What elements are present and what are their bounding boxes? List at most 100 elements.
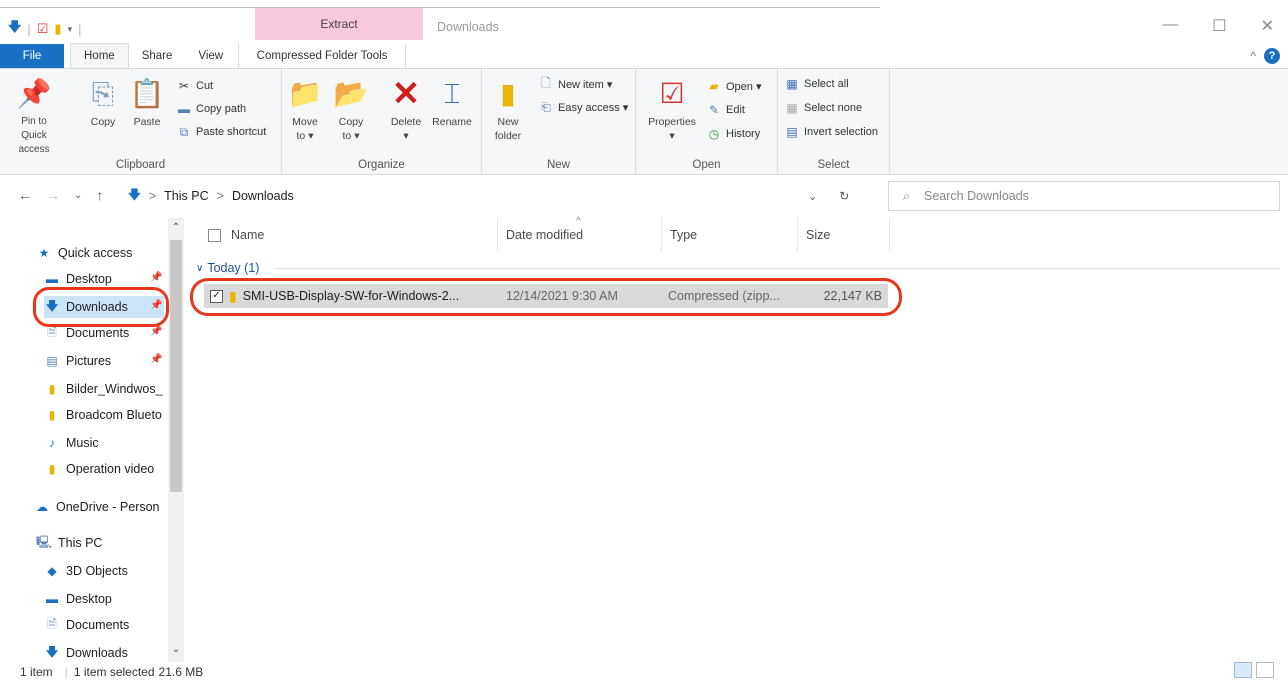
up-arrow-icon[interactable]: ↑ <box>96 187 103 203</box>
new-item-icon: 🗋 <box>541 75 551 90</box>
nav-pc-3d-objects[interactable]: ◆ 3D Objects <box>44 560 178 582</box>
select-all-checkbox[interactable] <box>208 228 221 242</box>
select-group: ▦ Select all ▦ Select none ▤ Invert sele… <box>778 69 890 175</box>
move-to-button[interactable]: 📁 Move to ▾ <box>288 77 323 143</box>
select-label: Select <box>817 159 850 171</box>
clipboard-group: 📌 Pin to Quick access ⎘ Copy 📋 Paste ✂ C… <box>0 69 282 175</box>
highlight-downloads-nav <box>33 287 169 327</box>
breadcrumb-separator: > <box>216 189 224 203</box>
search-placeholder: Search Downloads <box>924 189 1029 203</box>
cube-icon: ◆ <box>47 564 57 578</box>
paste-icon: 📋 <box>129 78 165 109</box>
close-button[interactable]: ✕ <box>1261 16 1274 36</box>
details-view-icon[interactable] <box>1234 662 1252 678</box>
search-icon: ⌕ <box>903 188 911 203</box>
nav-this-pc[interactable]: 🖳 This PC <box>36 532 170 554</box>
breadcrumb-this-pc[interactable]: This PC <box>164 189 208 203</box>
column-type[interactable]: Type <box>662 218 798 252</box>
nav-onedrive[interactable]: ☁ OneDrive - Person <box>34 496 168 518</box>
select-all-button[interactable]: ▦ Select all <box>784 77 848 91</box>
tab-home[interactable]: Home <box>70 43 129 68</box>
breadcrumb-downloads[interactable]: Downloads <box>232 189 294 203</box>
tab-view[interactable]: View <box>185 44 236 68</box>
copy-path-button[interactable]: ▬ Copy path <box>176 102 246 116</box>
pictures-icon: ▤ <box>46 354 58 368</box>
forward-arrow-icon[interactable]: → <box>46 187 60 203</box>
new-folder-icon[interactable]: ▮ <box>54 21 61 37</box>
qat-dropdown-icon[interactable]: ▾ <box>68 24 73 35</box>
easy-access-button[interactable]: ⎗ Easy access ▾ <box>538 100 628 114</box>
paste-shortcut-icon: ⧉ <box>179 124 189 139</box>
maximize-button[interactable]: ☐ <box>1212 16 1226 36</box>
new-folder-button[interactable]: ▮ New folder <box>488 77 528 143</box>
properties-button[interactable]: ☑ Properties ▾ <box>642 77 702 143</box>
tab-file[interactable]: File <box>0 44 64 68</box>
context-tab-extract[interactable]: Extract <box>255 8 423 45</box>
nav-item-music[interactable]: ♪ Music <box>44 432 178 454</box>
pin-quick-access-button[interactable]: 📌 Pin to Quick access <box>10 77 58 157</box>
ribbon-controls: ^ ? <box>1250 48 1280 64</box>
nav-item-bilder[interactable]: ▮ Bilder_Windwos_ <box>44 378 168 400</box>
open-icon: ▰ <box>709 79 719 93</box>
pin-icon: 📌 <box>150 354 163 365</box>
status-divider: | <box>64 665 68 679</box>
folder-icon: ▮ <box>48 382 56 396</box>
help-icon[interactable]: ? <box>1264 48 1280 64</box>
column-name[interactable]: Name <box>200 218 498 252</box>
chevron-down-icon: ∨ <box>196 262 204 274</box>
scroll-down-icon[interactable]: ⌄ <box>168 644 184 655</box>
star-icon: ★ <box>38 246 50 260</box>
collapse-ribbon-icon[interactable]: ^ <box>1250 49 1256 63</box>
open-group: ☑ Properties ▾ ▰ Open ▾ ✎ Edit ◷ History… <box>636 69 778 175</box>
edit-icon: ✎ <box>708 103 720 117</box>
easy-access-icon: ⎗ <box>541 99 551 114</box>
search-box[interactable]: ⌕ Search Downloads <box>888 181 1280 211</box>
paste-button[interactable]: 📋 Paste <box>129 77 165 129</box>
nav-scrollbar-thumb[interactable] <box>170 240 182 492</box>
window-title: Downloads <box>437 20 499 34</box>
rename-button[interactable]: ⌶ Rename <box>430 77 474 129</box>
column-date-modified[interactable]: ^ Date modified <box>498 216 662 252</box>
nav-pc-documents[interactable]: 🗎 Documents <box>44 614 178 636</box>
nav-quick-access[interactable]: ★ Quick access <box>36 242 170 264</box>
large-icons-view-icon[interactable] <box>1256 662 1274 678</box>
new-item-button[interactable]: 🗋 New item ▾ <box>538 75 612 91</box>
new-group: ▮ New folder 🗋 New item ▾ ⎗ Easy access … <box>482 69 636 175</box>
tab-compressed-folder-tools[interactable]: Compressed Folder Tools <box>238 44 407 68</box>
music-icon: ♪ <box>49 436 55 450</box>
tab-share[interactable]: Share <box>129 44 186 68</box>
history-button[interactable]: ◷ History <box>706 127 760 141</box>
minimize-button[interactable]: — <box>1162 16 1178 36</box>
address-bar[interactable]: 🡇 > This PC > Downloads <box>128 183 880 209</box>
navigation-bar: ← → ⌄ ↑ 🡇 > This PC > Downloads ⌄ ↻ ⌕ Se… <box>0 176 1288 216</box>
cloud-icon: ☁ <box>36 500 48 514</box>
nav-item-operation-video[interactable]: ▮ Operation video <box>44 458 168 480</box>
invert-selection-button[interactable]: ▤ Invert selection <box>784 125 878 139</box>
cut-button[interactable]: ✂ Cut <box>176 79 213 93</box>
refresh-icon[interactable]: ↻ <box>839 189 849 203</box>
invert-selection-icon: ▤ <box>786 125 798 139</box>
edit-button[interactable]: ✎ Edit <box>706 103 745 117</box>
column-size[interactable]: Size <box>798 218 890 252</box>
down-arrow-icon[interactable]: 🡇 <box>8 18 21 40</box>
copy-to-icon: 📂 <box>333 78 369 109</box>
copy-button[interactable]: ⎘ Copy <box>86 77 120 129</box>
back-arrow-icon[interactable]: ← <box>18 187 32 203</box>
status-item-count: 1 item <box>20 665 53 679</box>
copy-to-button[interactable]: 📂 Copy to ▾ <box>333 77 369 143</box>
delete-x-icon: ✕ <box>391 75 421 113</box>
nav-item-broadcom[interactable]: ▮ Broadcom Blueto <box>44 404 168 426</box>
open-button[interactable]: ▰ Open ▾ <box>706 79 761 93</box>
paste-shortcut-button[interactable]: ⧉ Paste shortcut <box>176 124 267 139</box>
address-dropdown-icon[interactable]: ⌄ <box>808 190 817 203</box>
scroll-up-icon[interactable]: ⌃ <box>168 222 184 233</box>
folder-icon: ▮ <box>48 408 56 422</box>
address-controls: ⌄ ↻ <box>808 183 880 209</box>
status-size: 21.6 MB <box>158 665 204 679</box>
nav-pc-downloads[interactable]: 🡇 Downloads <box>44 642 178 662</box>
select-none-button[interactable]: ▦ Select none <box>784 101 862 115</box>
properties-check-icon[interactable]: ☑ <box>37 21 49 37</box>
nav-pc-desktop[interactable]: ▬ Desktop <box>44 588 178 610</box>
recent-locations-icon[interactable]: ⌄ <box>74 187 82 203</box>
delete-button[interactable]: ✕ Delete ▾ <box>386 77 426 143</box>
